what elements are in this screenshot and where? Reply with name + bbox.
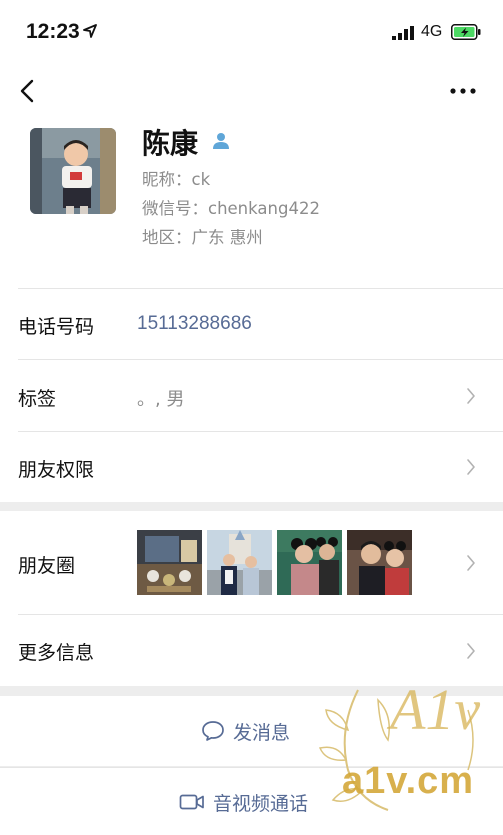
moments-label: 朋友圈 [18, 555, 76, 577]
more-info-label: 更多信息 [18, 642, 95, 664]
send-message-label: 发消息 [233, 721, 291, 744]
moments-thumbnail[interactable] [347, 530, 412, 595]
chevron-right-icon [467, 555, 475, 571]
avatar[interactable] [30, 128, 116, 214]
region: 地区：广东 惠州 [142, 228, 263, 247]
moments-thumbnail[interactable] [207, 530, 272, 595]
moments-row[interactable]: 朋友圈 [0, 511, 503, 614]
male-person-icon [213, 133, 229, 149]
divider [18, 359, 503, 360]
divider [18, 288, 503, 289]
wechat-id: 微信号：chenkang422 [142, 199, 320, 218]
video-call-label: 音视频通话 [213, 792, 309, 815]
battery-charging-icon [451, 24, 481, 40]
watermark-logo: A1v [390, 677, 481, 742]
status-time: 12:23 [26, 20, 80, 43]
friend-permissions-row[interactable]: 朋友权限 [0, 431, 503, 502]
network-type: 4G [421, 23, 443, 40]
tags-label: 标签 [18, 388, 57, 410]
send-message-content: 发消息 [201, 718, 290, 744]
video-camera-icon [179, 794, 204, 810]
profile-header: 陈康 昵称：ck 微信号：chenkang422 地区：广东 惠州 [0, 66, 503, 288]
status-bar: 12:23 4G [0, 0, 503, 66]
phone-label: 电话号码 [18, 316, 95, 338]
moments-thumbnail[interactable] [137, 530, 202, 595]
divider [18, 614, 503, 615]
chevron-right-icon [467, 388, 475, 404]
nickname: 昵称：ck [142, 170, 211, 189]
contact-name: 陈康 [142, 127, 199, 160]
signal-icon [392, 26, 414, 40]
contact-profile-screen: 12:23 4G 陈康 昵称：ck 微信号：chenkang422 地区：广东 … [0, 0, 503, 835]
divider [18, 431, 503, 432]
tags-row[interactable]: 标签 。, 男 [0, 359, 503, 431]
chevron-left-icon[interactable] [18, 78, 36, 104]
permissions-label: 朋友权限 [18, 459, 95, 481]
phone-row[interactable]: 电话号码 15113288686 [0, 288, 503, 359]
tags-value: 。, 男 [137, 389, 185, 410]
chat-bubble-icon [202, 721, 224, 741]
chevron-right-icon [467, 459, 475, 475]
moments-thumbnail[interactable] [277, 530, 342, 595]
chevron-right-icon [467, 643, 475, 659]
location-arrow-icon [83, 24, 97, 38]
phone-number[interactable]: 15113288686 [137, 313, 252, 335]
video-call-content: 音视频通话 [179, 789, 308, 815]
watermark-text: a1v.cm [342, 760, 475, 802]
ellipsis-icon[interactable] [450, 86, 476, 96]
